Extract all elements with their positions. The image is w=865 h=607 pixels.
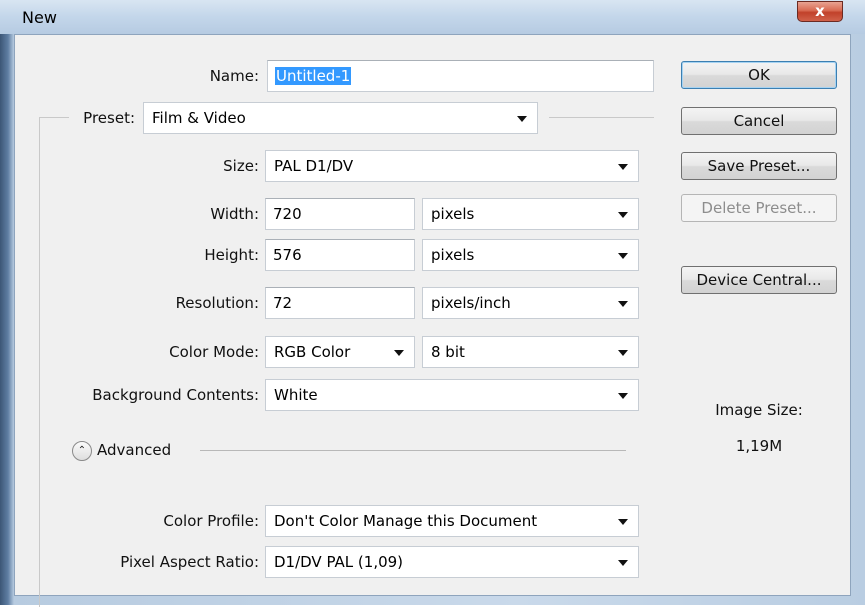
preset-label: Preset:	[83, 109, 135, 127]
resolution-unit-value: pixels/inch	[431, 294, 511, 312]
width-field[interactable]: 720	[265, 198, 415, 230]
size-select[interactable]: PAL D1/DV	[265, 150, 639, 182]
close-icon: x	[815, 2, 825, 20]
triangle-down-icon	[618, 560, 628, 566]
size-value: PAL D1/DV	[274, 157, 354, 175]
preset-select[interactable]: Film & Video	[143, 102, 538, 134]
advanced-label[interactable]: Advanced	[97, 441, 171, 459]
new-document-dialog: New x Name: Untitled-1 Preset: Film & Vi…	[0, 0, 865, 607]
dialog-body: Name: Untitled-1 Preset: Film & Video Si…	[14, 34, 851, 607]
double-chevron-up-icon[interactable]: ⌃	[72, 441, 92, 461]
advanced-divider	[200, 450, 626, 451]
close-button[interactable]: x	[797, 1, 843, 22]
bit-depth-value: 8 bit	[431, 343, 465, 361]
triangle-down-icon	[618, 350, 628, 356]
size-label: Size:	[223, 157, 259, 175]
triangle-down-icon	[618, 253, 628, 259]
triangle-down-icon	[618, 301, 628, 307]
color-profile-label: Color Profile:	[163, 512, 259, 530]
background-select[interactable]: White	[265, 379, 639, 411]
name-field[interactable]: Untitled-1	[267, 60, 654, 92]
image-size-value: 1,19M	[735, 437, 783, 455]
triangle-down-icon	[517, 116, 527, 122]
preset-value: Film & Video	[152, 109, 246, 127]
delete-preset-button: Delete Preset...	[681, 194, 837, 222]
preset-group-border	[549, 117, 654, 118]
color-mode-label: Color Mode:	[169, 343, 259, 361]
cancel-button[interactable]: Cancel	[681, 107, 837, 135]
width-label: Width:	[210, 205, 259, 223]
triangle-down-icon	[618, 212, 628, 218]
resolution-value: 72	[273, 294, 293, 312]
triangle-down-icon	[394, 350, 404, 356]
image-size-label: Image Size:	[715, 401, 803, 419]
pixel-aspect-label: Pixel Aspect Ratio:	[120, 553, 259, 571]
width-value: 720	[273, 205, 302, 223]
ok-button[interactable]: OK	[681, 61, 837, 89]
resolution-label: Resolution:	[175, 294, 259, 312]
triangle-down-icon	[618, 393, 628, 399]
height-field[interactable]: 576	[265, 239, 415, 271]
height-unit-value: pixels	[431, 246, 475, 264]
bit-depth-select[interactable]: 8 bit	[422, 336, 639, 368]
name-label: Name:	[209, 67, 259, 85]
background-value: White	[274, 386, 318, 404]
width-unit-value: pixels	[431, 205, 475, 223]
color-profile-select[interactable]: Don't Color Manage this Document	[265, 505, 639, 537]
preset-group-border	[39, 117, 40, 607]
color-mode-value: RGB Color	[274, 343, 351, 361]
window-title: New	[22, 8, 57, 27]
background-label: Background Contents:	[92, 386, 259, 404]
height-unit-select[interactable]: pixels	[422, 239, 639, 271]
triangle-down-icon	[618, 164, 628, 170]
pixel-aspect-value: D1/DV PAL (1,09)	[274, 553, 404, 571]
name-value: Untitled-1	[275, 67, 352, 85]
device-central-button[interactable]: Device Central...	[681, 266, 837, 294]
height-value: 576	[273, 246, 302, 264]
color-mode-select[interactable]: RGB Color	[265, 336, 415, 368]
color-profile-value: Don't Color Manage this Document	[274, 512, 538, 530]
save-preset-button[interactable]: Save Preset...	[681, 152, 837, 180]
pixel-aspect-select[interactable]: D1/DV PAL (1,09)	[265, 546, 639, 578]
resolution-unit-select[interactable]: pixels/inch	[422, 287, 639, 319]
triangle-down-icon	[618, 519, 628, 525]
resolution-field[interactable]: 72	[265, 287, 415, 319]
title-bar[interactable]: New x	[0, 0, 865, 34]
height-label: Height:	[204, 246, 259, 264]
width-unit-select[interactable]: pixels	[422, 198, 639, 230]
